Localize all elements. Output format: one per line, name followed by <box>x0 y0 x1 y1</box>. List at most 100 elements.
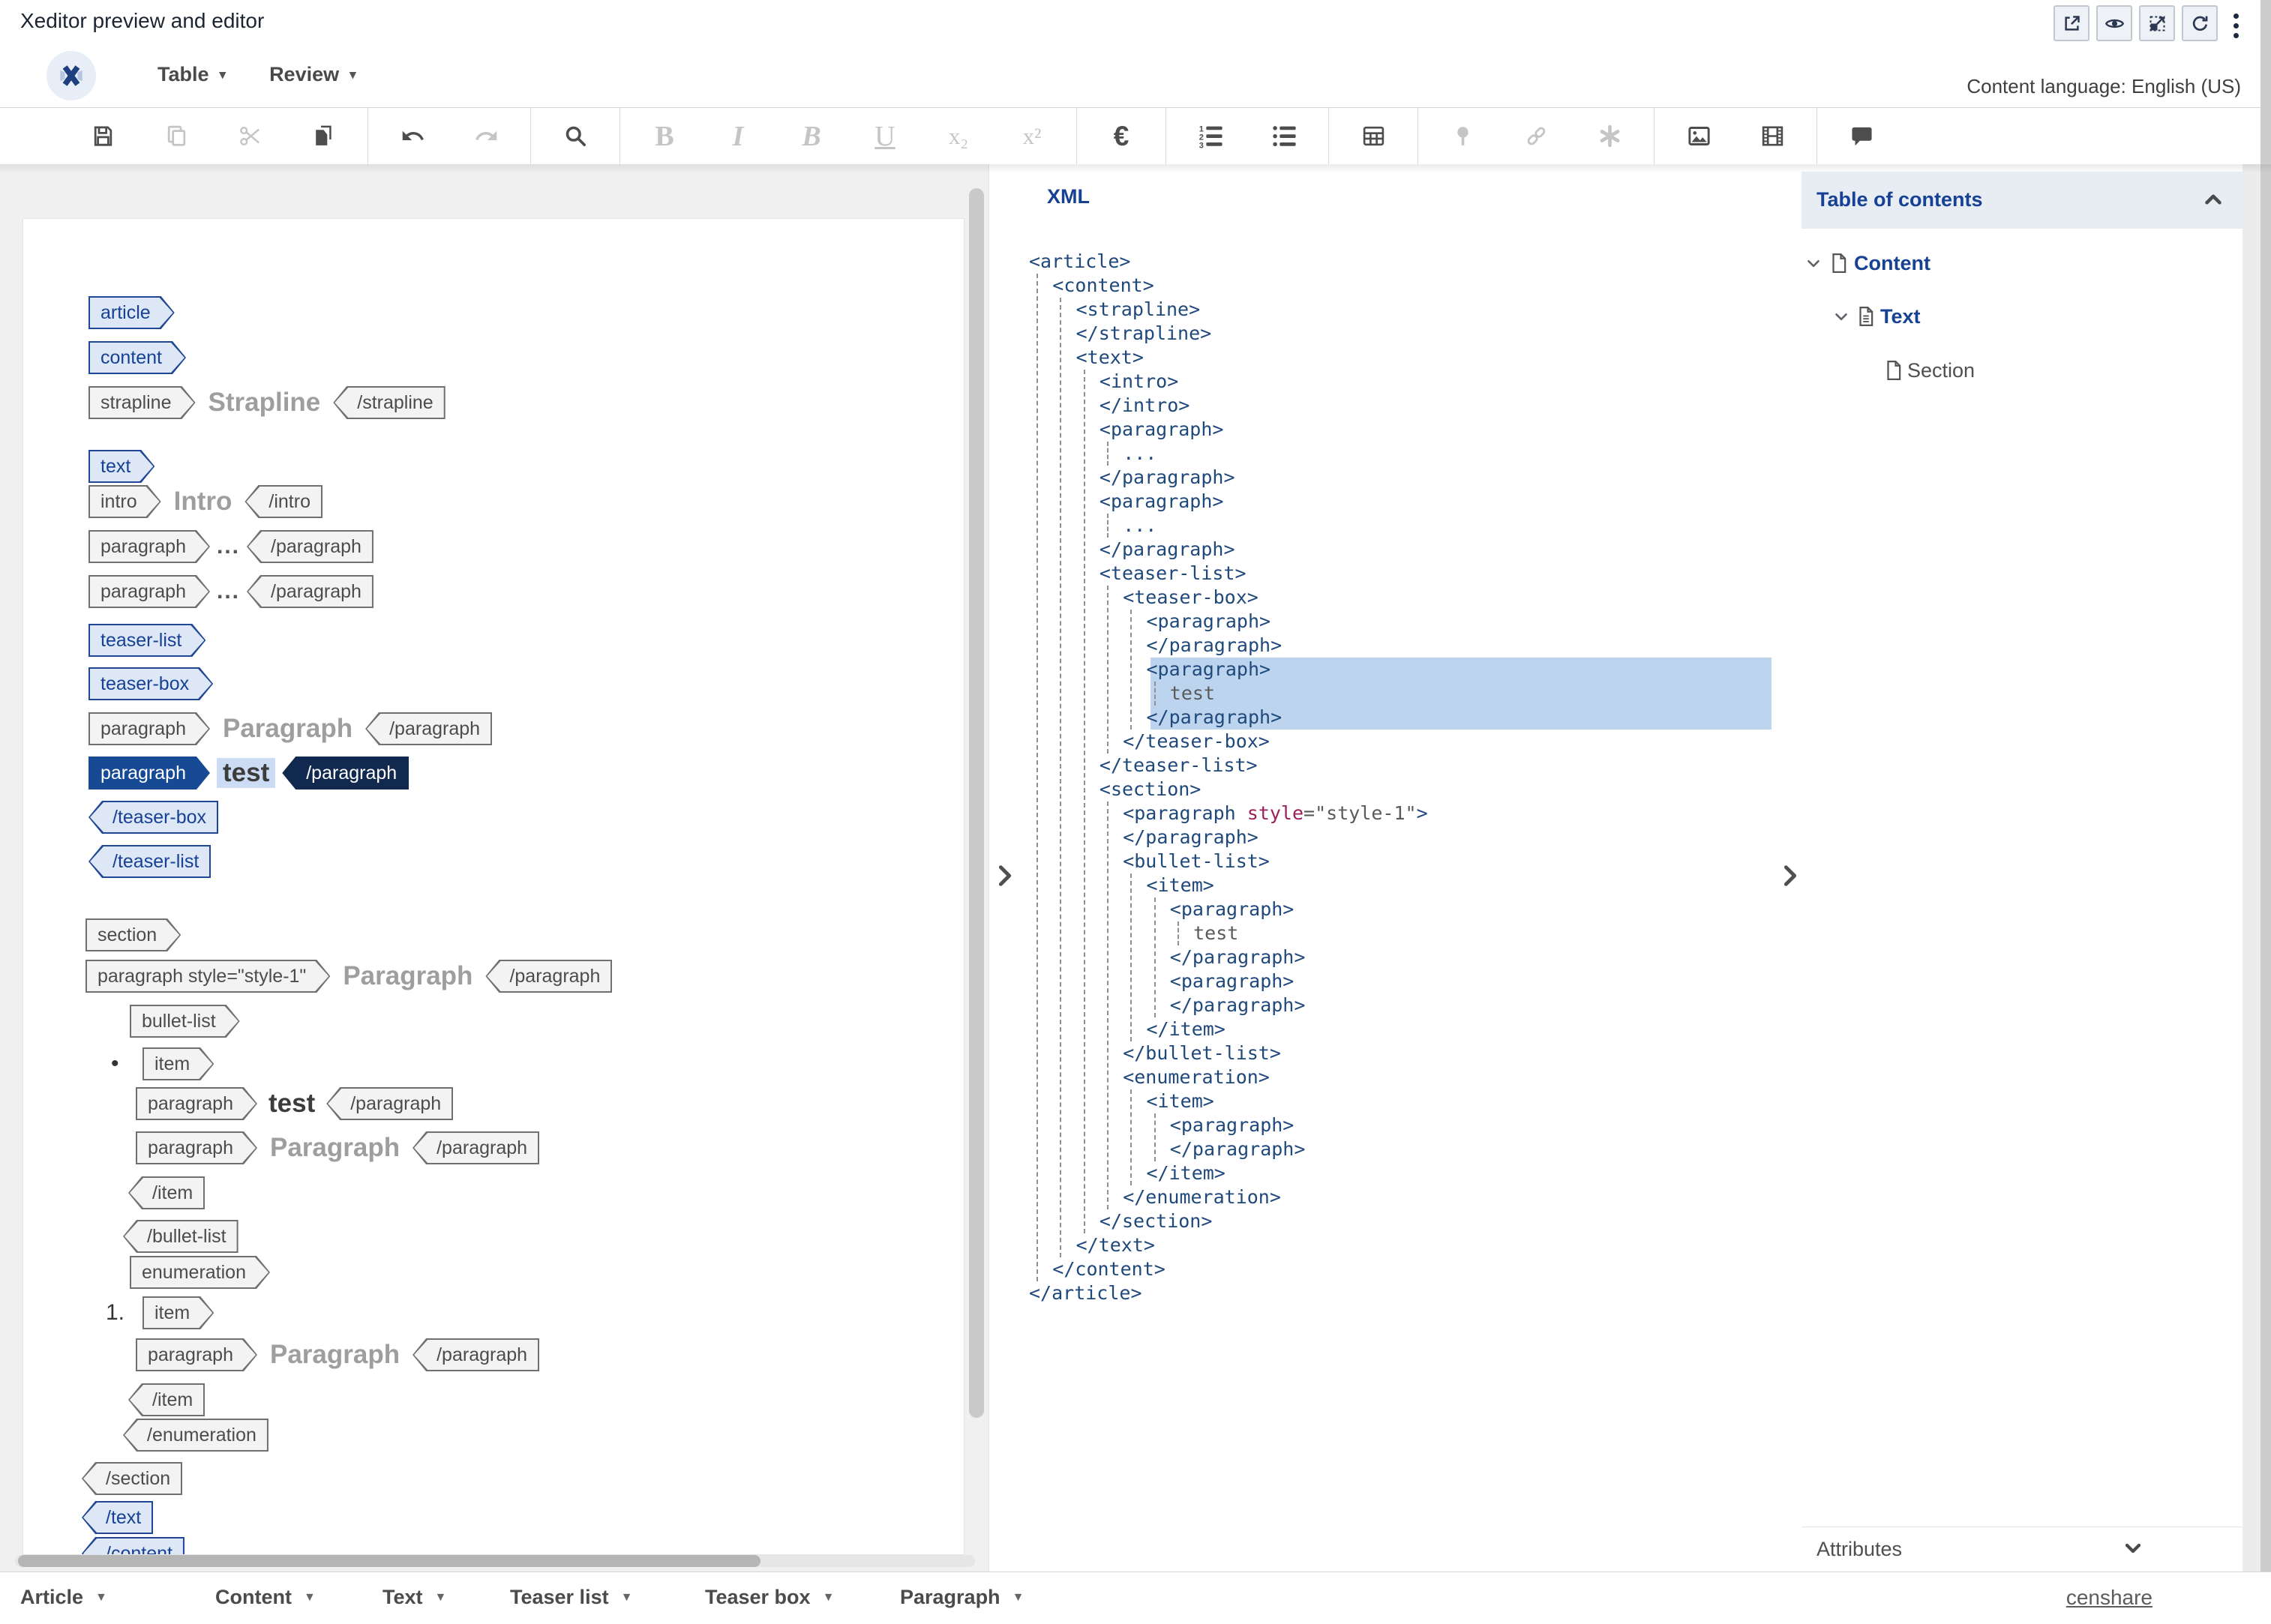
toolbar-ordered-list-button[interactable]: 123 <box>1189 108 1232 164</box>
breadcrumb-paragraph[interactable]: Paragraph▼ <box>900 1586 1024 1609</box>
tag-pill-item[interactable]: item <box>142 1296 214 1329</box>
toolbar-insert-table-button[interactable] <box>1352 108 1395 164</box>
tag-pill--paragraph[interactable]: /paragraph <box>247 575 374 608</box>
open-external-button[interactable] <box>2054 5 2090 41</box>
menu-review[interactable]: Review▾ <box>269 63 356 86</box>
toolbar-underline-button[interactable]: U <box>863 108 907 164</box>
tag-pill-text[interactable]: text <box>88 450 154 483</box>
tag-pill--bullet-list[interactable]: /bullet-list <box>123 1220 238 1253</box>
chevron-right-icon[interactable] <box>992 861 1018 891</box>
tag-pill-paragraph[interactable]: paragraph <box>88 712 210 745</box>
breadcrumb-content[interactable]: Content▼ <box>215 1586 316 1609</box>
toolbar-unordered-list-button[interactable] <box>1262 108 1306 164</box>
toolbar-superscript-button[interactable]: x² <box>1010 108 1054 164</box>
tag-pill-intro[interactable]: intro <box>88 485 161 518</box>
tag-pill-item[interactable]: item <box>142 1047 214 1080</box>
tag-pill--paragraph[interactable]: /paragraph <box>412 1338 539 1371</box>
toc-item-section[interactable]: Section <box>1802 357 2242 384</box>
tag-pill--enumeration[interactable]: /enumeration <box>123 1419 268 1452</box>
censhare-link[interactable]: censhare <box>2066 1586 2152 1610</box>
tag-pill-bullet-list[interactable]: bullet-list <box>130 1005 240 1038</box>
toolbar-copy-button[interactable] <box>154 108 198 164</box>
tag-pill-paragraph-style-style-1-[interactable]: paragraph style="style-1" <box>86 960 330 993</box>
tag-pill--paragraph[interactable]: /paragraph <box>485 960 612 993</box>
toolbar-bold-italic-button[interactable]: B <box>790 108 833 164</box>
tag-pill-paragraph[interactable]: paragraph <box>136 1087 257 1120</box>
toolbar-pin-button[interactable] <box>1441 108 1484 164</box>
editor-horizontal-scrollbar[interactable] <box>15 1555 975 1567</box>
tag-pill--item[interactable]: /item <box>128 1383 205 1416</box>
tag-pill--teaser-list[interactable]: /teaser-list <box>88 845 211 878</box>
window-scrollbar[interactable] <box>2260 0 2271 1624</box>
breadcrumb-teaser-list[interactable]: Teaser list▼ <box>510 1586 632 1609</box>
breadcrumb-text[interactable]: Text▼ <box>382 1586 446 1609</box>
tag-pill--paragraph[interactable]: /paragraph <box>282 757 409 790</box>
editor-text[interactable]: test <box>264 1089 320 1119</box>
toolbar-image-button[interactable] <box>1677 108 1720 164</box>
tag-pill--paragraph[interactable]: /paragraph <box>247 530 374 563</box>
chevron-right-icon[interactable] <box>1778 861 1803 891</box>
tag-pill--paragraph[interactable]: /paragraph <box>412 1131 539 1164</box>
tag-pill-strapline[interactable]: strapline <box>88 386 196 419</box>
document-editor-page[interactable]: article content straplineStrapline/strapli… <box>22 218 964 1555</box>
toc-header[interactable]: Table of contents <box>1802 172 2242 229</box>
tag-pill-paragraph[interactable]: paragraph <box>88 530 210 563</box>
toolbar-redo-button[interactable] <box>464 108 508 164</box>
preview-button[interactable] <box>2096 5 2132 41</box>
toc-item-content[interactable]: Content <box>1802 250 2242 277</box>
tag-pill-teaser-box[interactable]: teaser-box <box>88 667 213 700</box>
editor-vertical-scrollbar[interactable] <box>969 188 984 1418</box>
editor-text[interactable]: Paragraph <box>264 1340 406 1370</box>
xml-code-view[interactable]: <article><content><strapline></strapline… <box>1029 250 1772 1305</box>
tag-pill--section[interactable]: /section <box>82 1462 182 1495</box>
toolbar-paste-button[interactable] <box>302 108 345 164</box>
tag-pill-paragraph[interactable]: paragraph <box>136 1131 257 1164</box>
editor-text[interactable]: ... <box>217 579 240 604</box>
toolbar-subscript-button[interactable]: x₂ <box>937 108 980 164</box>
kebab-menu-icon[interactable] <box>2224 8 2247 43</box>
fullscreen-button[interactable] <box>2139 5 2175 41</box>
tag-pill--paragraph[interactable]: /paragraph <box>326 1087 453 1120</box>
tag-pill--content[interactable]: /content <box>82 1537 184 1555</box>
toolbar-bold-button[interactable]: B <box>643 108 686 164</box>
breadcrumb-teaser-box[interactable]: Teaser box▼ <box>705 1586 834 1609</box>
toolbar-special-character-button[interactable] <box>1588 108 1631 164</box>
refresh-button[interactable] <box>2182 5 2218 41</box>
tag-pill--intro[interactable]: /intro <box>244 485 322 518</box>
tag-pill-section[interactable]: section <box>86 918 181 951</box>
toolbar-italic-button[interactable]: I <box>716 108 760 164</box>
toolbar-search-button[interactable] <box>554 108 597 164</box>
editor-text[interactable]: Paragraph <box>264 1133 406 1163</box>
toolbar-save-button[interactable] <box>81 108 124 164</box>
editor-text[interactable]: Strapline <box>202 388 327 418</box>
tag-pill-teaser-list[interactable]: teaser-list <box>88 624 206 657</box>
chevron-down-icon[interactable] <box>2121 1536 2145 1560</box>
attributes-section-header[interactable]: Attributes <box>1802 1527 2242 1569</box>
tag-pill-paragraph[interactable]: paragraph <box>88 757 210 790</box>
breadcrumb-article[interactable]: Article▼ <box>20 1586 107 1609</box>
toolbar-film-button[interactable] <box>1750 108 1794 164</box>
toolbar-cut-button[interactable] <box>228 108 272 164</box>
tag-pill--paragraph[interactable]: /paragraph <box>365 712 492 745</box>
editor-text[interactable]: Paragraph <box>217 714 358 744</box>
chevron-down-icon[interactable] <box>1832 307 1851 326</box>
editor-text[interactable]: ... <box>217 534 240 559</box>
editor-text[interactable]: Intro <box>168 487 238 517</box>
tag-pill-enumeration[interactable]: enumeration <box>130 1256 270 1289</box>
tag-pill--text[interactable]: /text <box>82 1501 153 1534</box>
tag-pill-paragraph[interactable]: paragraph <box>88 575 210 608</box>
editor-text[interactable]: Paragraph <box>337 961 478 991</box>
toolbar-undo-button[interactable] <box>391 108 434 164</box>
chevron-down-icon[interactable] <box>1804 253 1823 273</box>
editor-text[interactable]: test <box>217 758 275 788</box>
menu-table[interactable]: Table▾ <box>158 63 226 86</box>
tag-pill-article[interactable]: article <box>88 296 175 329</box>
toolbar-comment-button[interactable] <box>1840 108 1883 164</box>
toolbar-link-button[interactable] <box>1514 108 1558 164</box>
tag-pill-content[interactable]: content <box>88 341 186 374</box>
chevron-up-icon[interactable] <box>2200 187 2226 212</box>
tag-pill--strapline[interactable]: /strapline <box>333 386 445 419</box>
tag-pill-paragraph[interactable]: paragraph <box>136 1338 257 1371</box>
tag-pill--item[interactable]: /item <box>128 1176 205 1209</box>
toolbar-euro-sign-button[interactable]: € <box>1100 108 1143 164</box>
